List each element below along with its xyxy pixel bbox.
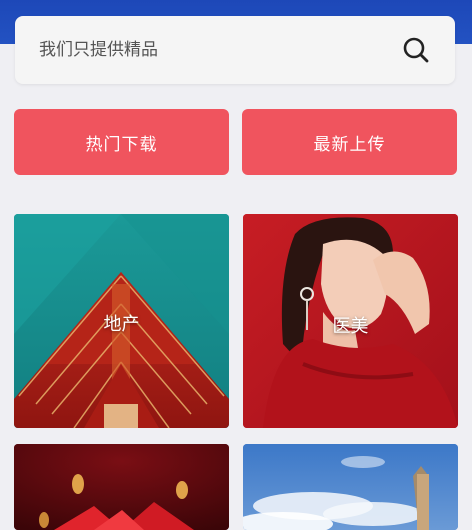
- search-icon[interactable]: [401, 35, 431, 65]
- red-decoration-image: [14, 444, 229, 530]
- category-tile-4[interactable]: [243, 444, 458, 530]
- search-input[interactable]: [39, 40, 401, 60]
- latest-uploads-button[interactable]: 最新上传: [242, 109, 457, 175]
- category-label-medical-beauty: 医美: [332, 316, 369, 337]
- hot-downloads-button[interactable]: 热门下载: [14, 109, 229, 175]
- sky-landscape-image: [243, 444, 458, 530]
- category-tile-3[interactable]: [14, 444, 229, 530]
- category-label-real-estate: 地产: [103, 314, 140, 335]
- category-tile-medical-beauty[interactable]: 医美: [243, 214, 458, 428]
- category-tile-real-estate[interactable]: 地产: [14, 214, 229, 428]
- search-bar[interactable]: [15, 16, 455, 84]
